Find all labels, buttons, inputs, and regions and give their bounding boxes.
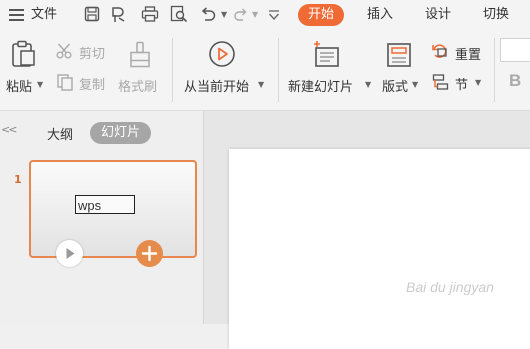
slide-canvas[interactable] [229, 149, 530, 349]
reset-label: 重置 [455, 48, 482, 63]
slide-panel: << 大纲 幻灯片 1 wps [0, 111, 204, 324]
add-slide-button[interactable] [136, 240, 163, 267]
clipboard-icon [11, 40, 37, 68]
tab-design[interactable]: 设计 [425, 4, 451, 26]
play-slide-button[interactable] [56, 240, 83, 267]
print-icon[interactable] [141, 6, 159, 22]
new-slide-icon [312, 40, 342, 68]
scissors-icon [56, 43, 74, 59]
paintbrush-icon [128, 41, 152, 69]
format-painter-button[interactable]: 格式刷 [116, 38, 166, 95]
from-current-dropdown-chevron-icon[interactable]: ▼ [258, 80, 264, 89]
play-circle-icon [208, 40, 236, 68]
format-painter-label: 格式刷 [118, 80, 158, 95]
section-icon [432, 73, 450, 91]
reset-button[interactable]: 重置 [432, 43, 488, 63]
output-pdf-icon[interactable] [110, 6, 128, 23]
copy-button[interactable]: 复制 [56, 73, 112, 93]
tab-outline[interactable]: 大纲 [47, 124, 73, 143]
slide-thumbnail[interactable]: wps [29, 160, 197, 258]
layout-button[interactable]: 版式 ▼ [378, 38, 422, 95]
from-current-label: 从当前开始 [184, 80, 250, 95]
new-slide-label: 新建幻灯片 [288, 80, 354, 95]
cut-button[interactable]: 剪切 [56, 42, 112, 62]
section-dropdown-chevron-icon[interactable]: ▼ [475, 78, 481, 87]
tab-home[interactable]: 开始 [298, 4, 345, 26]
menu-bar: 文件 ▼ ▼ 开始 插入 设计 切换 [0, 0, 530, 30]
paste-button[interactable]: 粘贴 ▼ [4, 38, 44, 95]
undo-dropdown-chevron-icon[interactable]: ▼ [221, 10, 227, 19]
section-button[interactable]: 节 ▼ [432, 73, 488, 93]
layout-dropdown-chevron-icon[interactable]: ▼ [412, 80, 418, 89]
ribbon-divider [278, 38, 279, 102]
font-name-input[interactable] [500, 38, 530, 62]
reset-icon [432, 43, 450, 61]
watermark: Bai du jingyan [406, 279, 494, 295]
layout-icon [386, 42, 412, 68]
ribbon-toolbar: 粘贴 ▼ 剪切 复制 格式刷 从当前开始 ▼ 新建幻灯片 ▼ 版式 ▼ 重置 节… [0, 30, 530, 111]
hamburger-icon[interactable] [9, 8, 25, 22]
layout-label: 版式 [382, 80, 409, 95]
paste-dropdown-chevron-icon[interactable]: ▼ [37, 80, 43, 89]
undo-icon[interactable] [200, 7, 216, 21]
slide-editing-area: Bai du jingyan [204, 111, 530, 349]
thumbnail-text-box: wps [75, 195, 135, 214]
ribbon-divider [494, 38, 495, 102]
collapse-panel-icon[interactable]: << [1, 123, 18, 136]
plus-icon [141, 245, 158, 262]
print-preview-icon[interactable] [170, 5, 188, 23]
paste-label: 粘贴 [6, 80, 33, 95]
bold-button[interactable]: B [509, 71, 521, 91]
tab-transitions[interactable]: 切换 [483, 4, 509, 26]
new-slide-dropdown-chevron-icon[interactable]: ▼ [365, 80, 371, 89]
copy-icon [56, 73, 74, 91]
play-icon [66, 248, 75, 259]
ribbon-divider [172, 38, 173, 102]
file-menu[interactable]: 文件 [31, 4, 57, 26]
customize-toolbar-icon[interactable] [268, 9, 280, 21]
redo-dropdown-chevron-icon[interactable]: ▼ [252, 10, 258, 19]
section-label: 节 [455, 78, 469, 93]
copy-label: 复制 [79, 78, 106, 93]
cut-label: 剪切 [79, 47, 106, 62]
redo-icon[interactable] [233, 8, 247, 21]
tab-slides[interactable]: 幻灯片 [90, 122, 152, 144]
new-slide-button[interactable]: 新建幻灯片 ▼ [285, 38, 371, 95]
tab-insert[interactable]: 插入 [367, 4, 393, 26]
save-icon[interactable] [84, 6, 100, 22]
slide-number: 1 [14, 173, 22, 186]
from-current-slide-button[interactable]: 从当前开始 ▼ [180, 38, 270, 95]
